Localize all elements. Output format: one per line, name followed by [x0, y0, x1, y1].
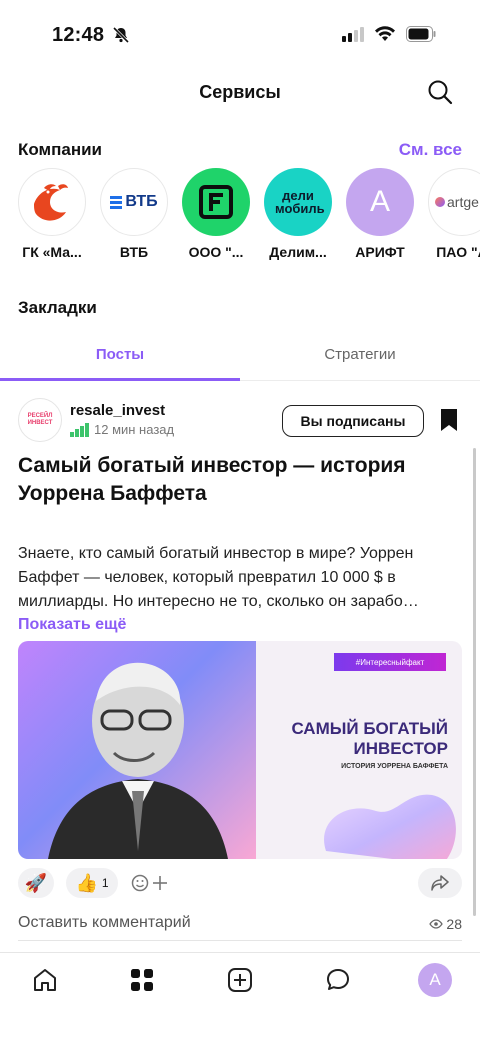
wifi-icon: [375, 26, 395, 41]
artgen-logo-text: artge: [447, 194, 479, 210]
f-logo-icon: [182, 168, 250, 236]
company-name: Делим...: [269, 244, 327, 260]
company-item[interactable]: artge ПАО "А: [428, 168, 480, 268]
header: Сервисы: [0, 68, 480, 118]
tabs: Посты Стратегии: [0, 335, 480, 381]
companies-title: Компании: [18, 140, 103, 159]
post-image[interactable]: #Интересныйфакт САМЫЙ БОГАТЫЙ ИНВЕСТОР И…: [18, 641, 462, 859]
battery-icon: [406, 26, 436, 42]
see-all-link[interactable]: См. все: [399, 140, 462, 160]
scrollbar[interactable]: [473, 448, 476, 916]
company-item[interactable]: ГК «Ма...: [18, 168, 86, 268]
letter-avatar-icon: А: [346, 168, 414, 236]
status-icons: [342, 26, 436, 42]
views-counter: 28: [429, 916, 462, 932]
search-icon[interactable]: [426, 78, 454, 106]
author-meta: 12 мин назад: [70, 422, 174, 437]
bell-muted-icon: [112, 26, 130, 44]
signal-icon: [342, 27, 364, 42]
level-bars-icon: [70, 422, 89, 437]
subscribe-button[interactable]: Вы подписаны: [282, 405, 424, 437]
tab-posts[interactable]: Посты: [0, 346, 240, 363]
share-button[interactable]: [418, 868, 462, 898]
portrait-image: [18, 641, 256, 859]
comment-row: Оставить комментарий 28: [18, 914, 462, 932]
show-more-link[interactable]: Показать ещё: [18, 616, 126, 634]
company-item[interactable]: дели мобиль Делим...: [264, 168, 332, 268]
chat-icon: [327, 969, 349, 990]
views-count: 28: [446, 916, 462, 932]
nav-services[interactable]: [127, 965, 157, 995]
home-icon: [34, 969, 56, 991]
image-tag: #Интересныйфакт: [334, 653, 446, 671]
active-tab-indicator: [0, 378, 240, 381]
company-name: ПАО "А: [436, 244, 480, 260]
nav-profile-avatar[interactable]: А: [418, 963, 452, 997]
post-time: 12 мин назад: [94, 422, 175, 437]
tab-strategies[interactable]: Стратегии: [240, 346, 480, 363]
nav-chat[interactable]: [323, 965, 353, 995]
add-reaction-button[interactable]: [126, 868, 176, 898]
vtb-logo-icon: ВТБ: [100, 168, 168, 236]
post-body: Знаете, кто самый богатый инвестор в мир…: [18, 545, 419, 610]
company-name: ВТБ: [119, 244, 149, 260]
company-item[interactable]: А АРИФТ: [346, 168, 414, 268]
company-name: АРИФТ: [355, 244, 405, 260]
company-name: ООО "...: [188, 244, 244, 260]
companies-carousel[interactable]: ГК «Ма... ВТБ ВТБ ООО "... дели мобиль Д…: [18, 168, 480, 268]
add-icon: [228, 968, 252, 992]
image-headline: САМЫЙ БОГАТЫЙ ИНВЕСТОР: [291, 719, 448, 758]
nav-home[interactable]: [30, 965, 60, 995]
delimobil-logo-icon: дели мобиль: [264, 168, 332, 236]
abstract-shape-icon: [324, 794, 456, 859]
company-item[interactable]: ВТБ ВТБ: [100, 168, 168, 268]
reactions-bar: 🚀 👍 1: [18, 868, 462, 898]
bottom-nav: А: [0, 952, 480, 1043]
page-title: Сервисы: [199, 82, 281, 102]
reaction-count: 1: [101, 876, 109, 890]
author-avatar-text: РЕСЕЙЛ ИНВЕСТ: [27, 413, 53, 426]
reaction-rocket[interactable]: 🚀: [18, 868, 54, 898]
bookmarks-title: Закладки: [18, 298, 97, 317]
author-avatar[interactable]: РЕСЕЙЛ ИНВЕСТ: [18, 398, 62, 442]
delimobil-logo-text: дели мобиль: [275, 188, 325, 216]
comment-input[interactable]: Оставить комментарий: [18, 914, 462, 932]
reaction-thumbs-up[interactable]: 👍 1: [66, 868, 118, 898]
birds-logo-icon: [18, 168, 86, 236]
thumbs-up-icon: 👍: [75, 872, 98, 893]
bookmark-icon[interactable]: [440, 408, 458, 432]
letter-avatar-text: А: [369, 185, 390, 218]
promo-panel: #Интересныйфакт САМЫЙ БОГАТЫЙ ИНВЕСТОР И…: [256, 641, 462, 859]
rocket-icon: 🚀: [24, 872, 48, 893]
vtb-logo-text: ВТБ: [125, 193, 158, 210]
artgen-logo-icon: artge: [428, 168, 480, 236]
share-icon: [431, 875, 449, 891]
status-bar: 12:48: [0, 0, 480, 68]
status-time: 12:48: [52, 24, 105, 46]
post-title[interactable]: Самый богатый инвестор — история Уоррена…: [18, 452, 458, 508]
image-subheadline: ИСТОРИЯ УОРРЕНА БАФФЕТА: [341, 763, 448, 770]
nav-add[interactable]: [225, 965, 255, 995]
divider: [18, 940, 462, 941]
services-icon: [131, 969, 153, 991]
eye-icon: [429, 919, 444, 929]
company-name: ГК «Ма...: [22, 244, 82, 260]
company-item[interactable]: ООО "...: [182, 168, 250, 268]
smile-plus-icon: [131, 874, 167, 892]
author-name[interactable]: resale_invest: [70, 402, 165, 419]
